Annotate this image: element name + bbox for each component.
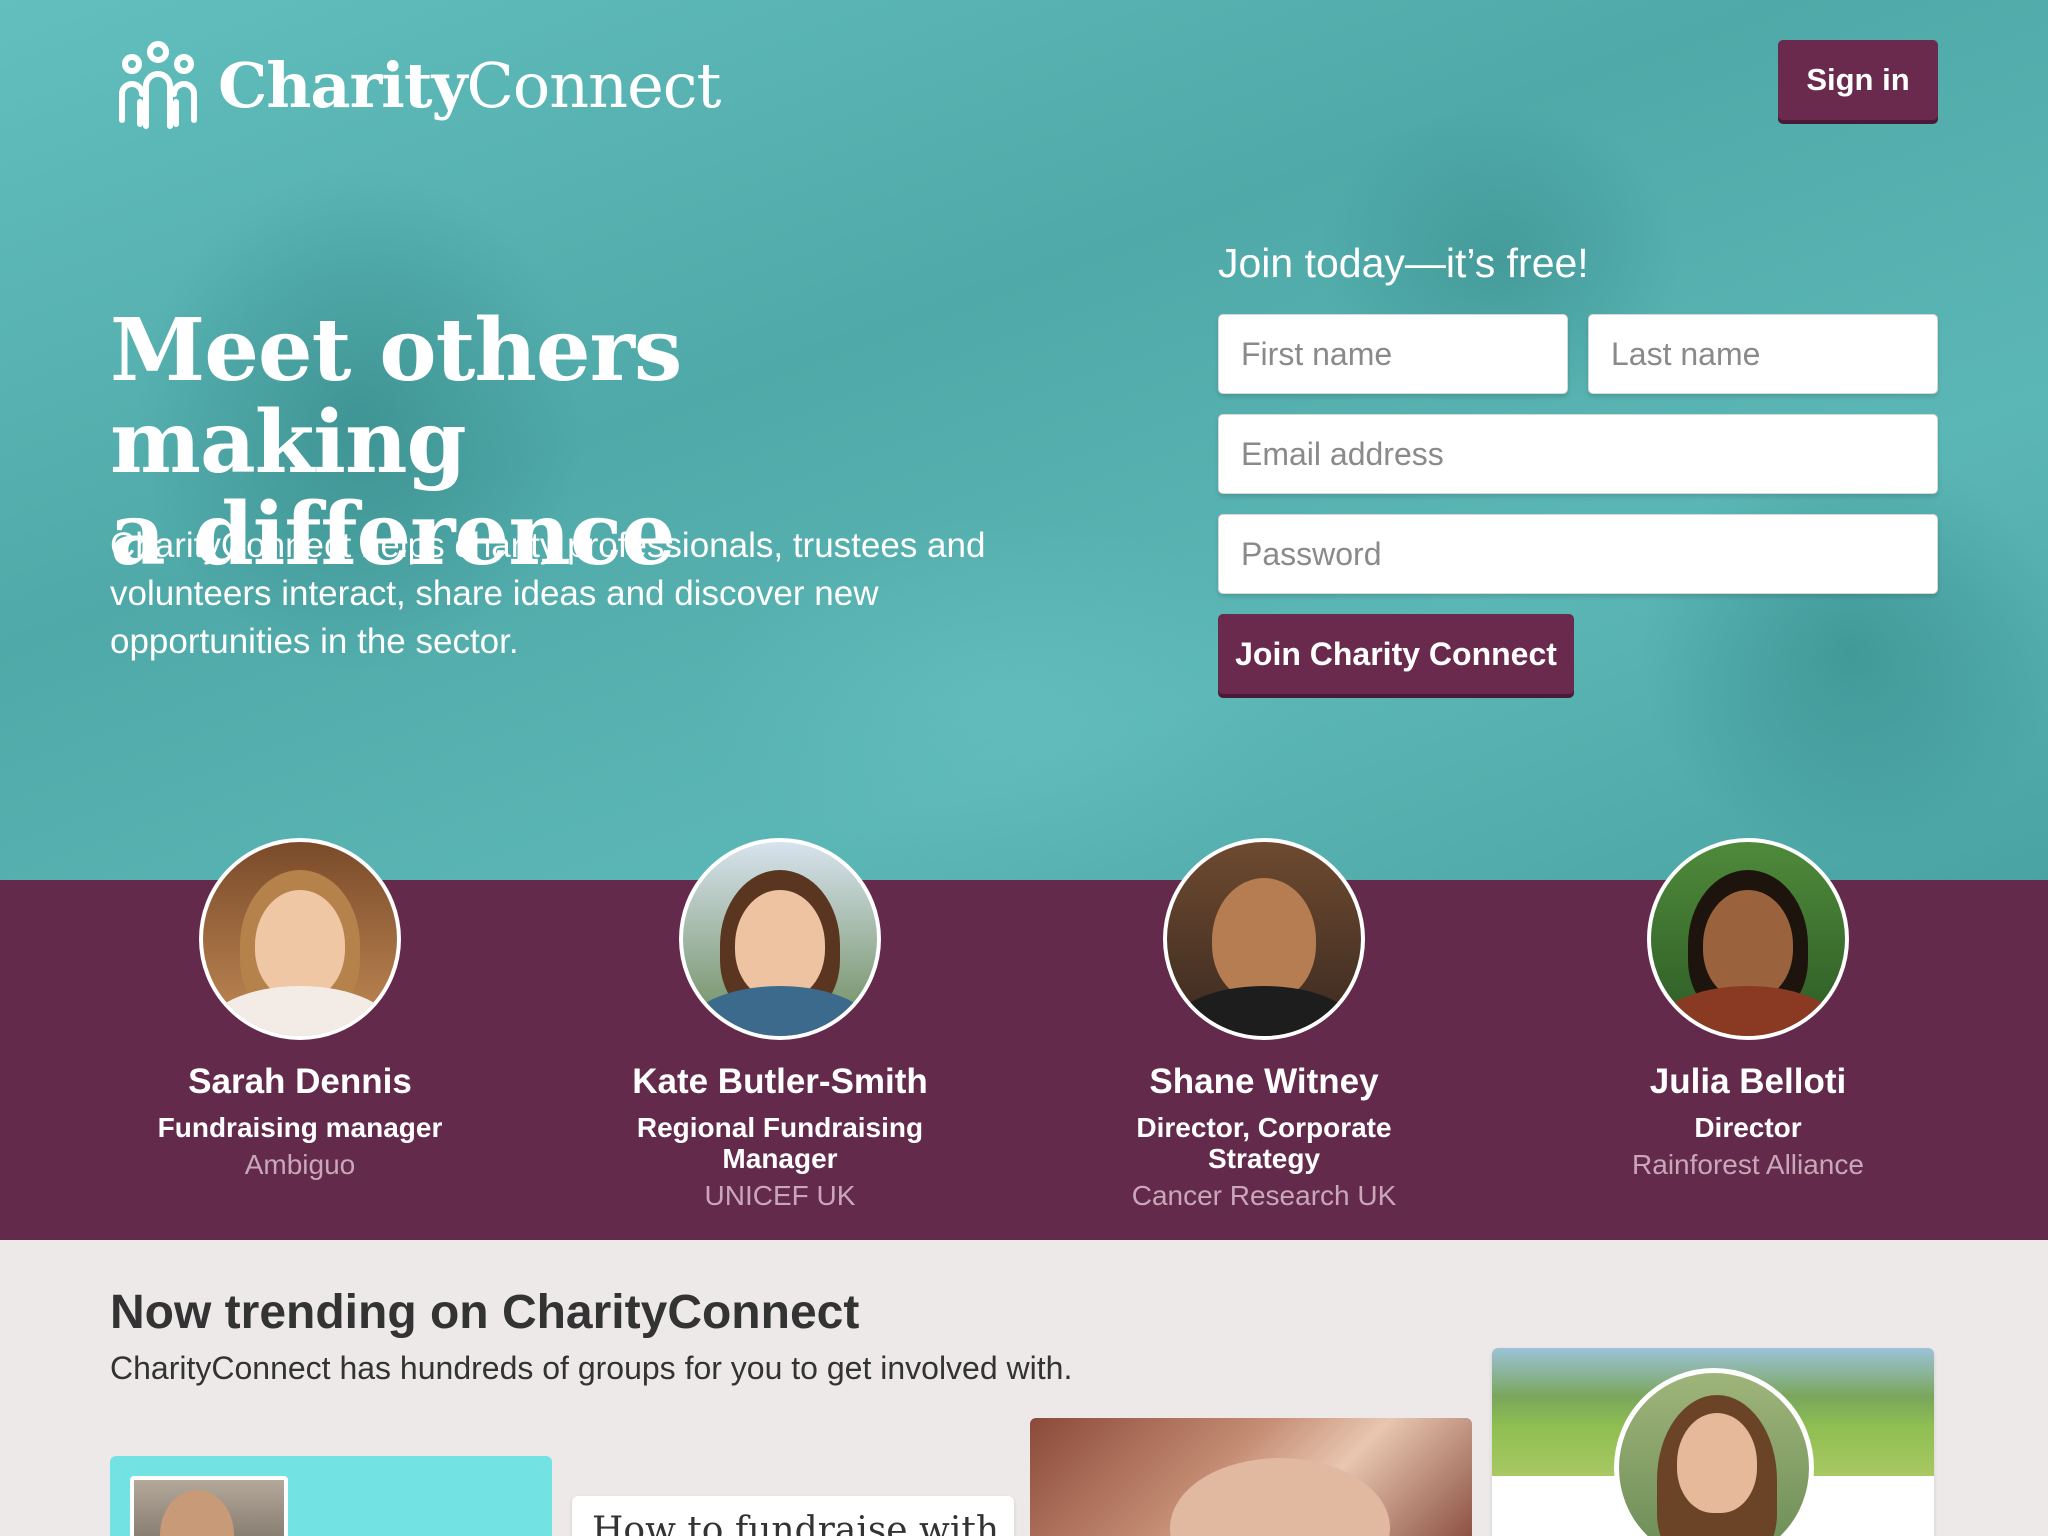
member-avatar [1163,838,1365,1040]
group-card[interactable]: How to fundraise with [572,1496,1014,1536]
member-card[interactable]: Shane Witney Director, Corporate Strateg… [1054,838,1474,1212]
group-thumbnail [130,1476,288,1536]
member-avatar [1647,838,1849,1040]
group-card[interactable] [1492,1348,1934,1536]
member-role: Fundraising manager [157,1112,443,1143]
member-card[interactable]: Sarah Dennis Fundraising manager Ambiguo [90,838,510,1181]
hero-section: CharityConnect Sign in Meet others makin… [0,0,2048,880]
signup-title: Join today—it’s free! [1218,240,1589,286]
member-name: Sarah Dennis [188,1062,412,1101]
group-card[interactable] [1030,1418,1472,1536]
group-card[interactable] [110,1456,552,1536]
trending-title: Now trending on CharityConnect [110,1286,860,1339]
sign-in-button[interactable]: Sign in [1778,40,1938,120]
member-name: Kate Butler-Smith [632,1062,928,1101]
member-role: Director [1694,1112,1802,1143]
member-name: Julia Belloti [1649,1062,1847,1101]
email-input[interactable] [1218,414,1938,494]
first-name-input[interactable] [1218,314,1568,394]
logo[interactable]: CharityConnect [110,40,721,130]
hero-headline-line1: Meet others making [110,300,682,493]
group-card-image [1170,1458,1390,1536]
people-logo-icon [119,41,197,129]
brand-name: CharityConnect [218,48,721,122]
trending-subtitle: CharityConnect has hundreds of groups fo… [110,1350,1073,1386]
member-organization: Cancer Research UK [1131,1180,1397,1211]
hero-description: CharityConnect helps charity professiona… [110,526,986,661]
brand-name-light: Connect [466,48,721,122]
brand-name-bold: Charity [218,48,467,122]
member-avatar [199,838,401,1040]
member-avatar [679,838,881,1040]
member-role: Regional Fundraising Manager [636,1112,924,1174]
member-role: Director, Corporate Strategy [1136,1112,1392,1174]
member-organization: Rainforest Alliance [1632,1149,1864,1180]
group-card-title: How to fundraise with [592,1510,1000,1536]
last-name-input[interactable] [1588,314,1938,394]
member-card[interactable]: Julia Belloti Director Rainforest Allian… [1538,838,1958,1181]
member-name: Shane Witney [1149,1062,1379,1101]
join-button[interactable]: Join Charity Connect [1218,614,1574,694]
password-input[interactable] [1218,514,1938,594]
member-card[interactable]: Kate Butler-Smith Regional Fundraising M… [570,838,990,1212]
member-organization: UNICEF UK [704,1180,856,1211]
member-organization: Ambiguo [244,1149,356,1180]
